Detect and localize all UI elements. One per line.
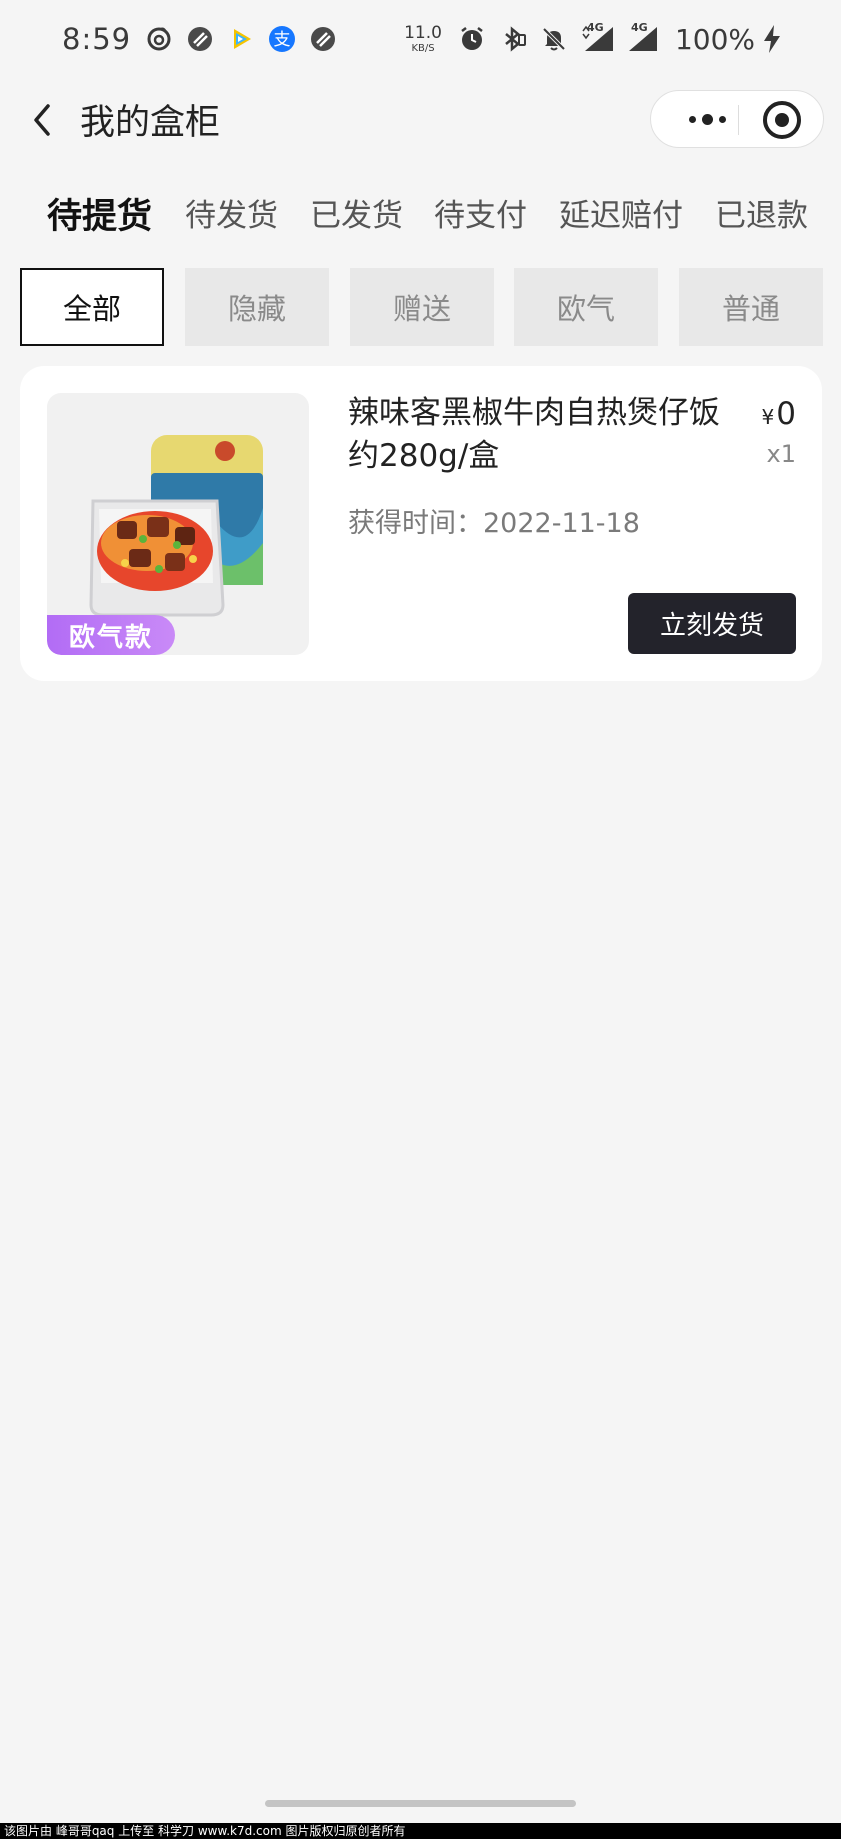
status-bar: 8:59 支 11.0 KB/S 4G 4G 100%: [0, 0, 841, 78]
signal-icon: 4G: [581, 21, 615, 53]
back-icon[interactable]: [26, 98, 60, 142]
tab-pending-pickup[interactable]: 待提货: [47, 188, 152, 239]
product-image[interactable]: 欧气款: [47, 393, 309, 655]
home-indicator[interactable]: [265, 1800, 576, 1807]
ship-now-button[interactable]: 立刻发货: [628, 593, 796, 654]
battery-level: 100%: [674, 22, 755, 56]
net-speed-value: 11.0: [404, 22, 442, 43]
status-tabs: 待提货 待发货 已发货 待支付 延迟赔付 已退款: [0, 190, 841, 246]
currency-symbol: ¥: [761, 405, 775, 429]
alipay-glyph: 支: [274, 30, 291, 50]
status-time: 8:59: [62, 22, 132, 56]
tencent-video-icon: [227, 25, 255, 53]
miniprogram-capsule: [650, 90, 824, 148]
page-title: 我的盒柜: [80, 103, 221, 143]
bluetooth-icon: [499, 25, 527, 53]
lucky-badge: 欧气款: [47, 615, 175, 655]
filter-chips: 全部 隐藏 赠送 欧气 普通: [0, 268, 841, 346]
signal-icon: 4G: [625, 21, 659, 53]
charging-icon: [764, 25, 780, 53]
app-icon: [186, 25, 214, 53]
chip-hidden[interactable]: 隐藏: [185, 268, 329, 346]
tab-delay-compensation[interactable]: 延迟赔付: [559, 190, 683, 235]
tab-pending-payment[interactable]: 待支付: [434, 190, 527, 235]
status-bar-right: 11.0 KB/S 4G 4G 100%: [404, 0, 783, 78]
alipay-icon: 支: [268, 25, 296, 53]
network-type-label: 4G: [586, 21, 604, 34]
app-icon: [309, 25, 337, 53]
nav-header: 我的盒柜: [0, 80, 841, 160]
watermark: 该图片由 峰哥哥qaq 上传至 科学刀 www.k7d.com 图片版权归原创者…: [0, 1823, 841, 1839]
chip-all[interactable]: 全部: [20, 268, 164, 346]
close-miniprogram-icon[interactable]: [763, 101, 801, 139]
product-price: ¥0: [762, 396, 796, 432]
tab-shipped[interactable]: 已发货: [310, 190, 403, 235]
chip-normal[interactable]: 普通: [679, 268, 823, 346]
product-name: 辣味客黑椒牛肉自热煲仔饭约280g/盒: [348, 395, 720, 474]
tab-refunded[interactable]: 已退款: [715, 190, 808, 235]
chip-gift[interactable]: 赠送: [350, 268, 494, 346]
product-card[interactable]: 欧气款 辣味客黑椒牛肉自热煲仔饭约280g/盒 ¥0 x1 获得时间：2022-…: [20, 366, 822, 681]
chip-lucky[interactable]: 欧气: [514, 268, 658, 346]
more-icon[interactable]: [673, 91, 741, 147]
obtain-time: 获得时间：2022-11-18: [348, 508, 640, 539]
mute-icon: [540, 25, 568, 53]
app-screen: 8:59 支 11.0 KB/S 4G 4G 100% 我的盒柜 待提货 待发货…: [0, 0, 841, 1839]
net-speed-unit: KB/S: [411, 42, 435, 54]
price-value: 0: [776, 396, 796, 432]
capsule-divider: [738, 105, 739, 135]
tab-pending-shipment[interactable]: 待发货: [185, 190, 278, 235]
netease-music-icon: [145, 25, 173, 53]
net-speed: 11.0 KB/S: [404, 22, 442, 54]
alarm-icon: [458, 25, 486, 53]
product-quantity: x1: [766, 440, 796, 468]
network-type-label: 4G: [630, 21, 648, 34]
